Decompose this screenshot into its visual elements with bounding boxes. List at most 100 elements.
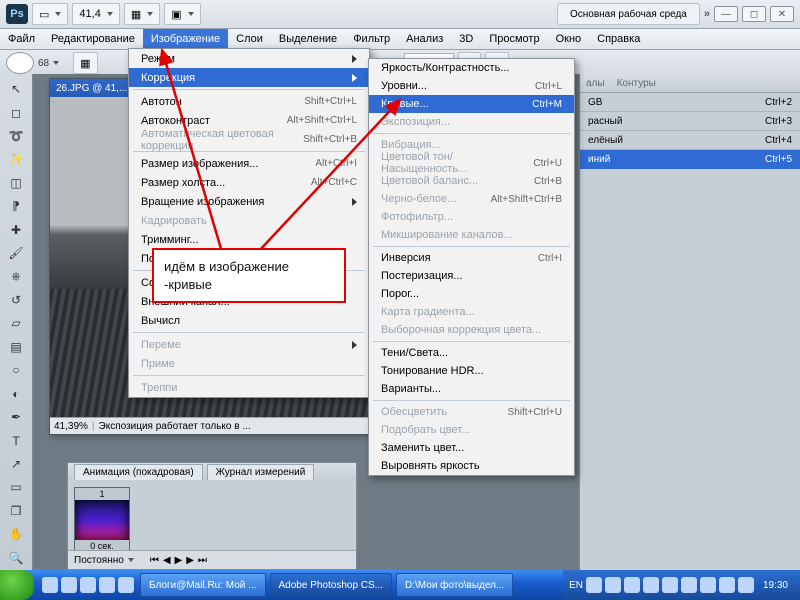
move-tool[interactable]: ↖ bbox=[3, 78, 29, 100]
ql-icon[interactable] bbox=[80, 577, 96, 593]
menuitem[interactable]: Коррекция bbox=[129, 68, 369, 87]
menu-Изображение[interactable]: Изображение bbox=[143, 29, 228, 49]
menuitem[interactable]: Размер холста...Alt+Ctrl+C bbox=[129, 173, 369, 192]
task-browser[interactable]: Блоги@Mail.Ru: Мой ... bbox=[140, 573, 266, 597]
next-frame-button[interactable]: ▶ bbox=[186, 555, 194, 566]
channel-row[interactable]: елёныйCtrl+4 bbox=[580, 131, 800, 150]
menuitem[interactable]: Тонирование HDR... bbox=[369, 362, 574, 380]
menuitem[interactable]: Яркость/Контрастность... bbox=[369, 59, 574, 77]
recent-files-chip[interactable]: ▭ bbox=[32, 3, 68, 25]
hand-tool[interactable]: ✋ bbox=[3, 523, 29, 545]
menu-3D[interactable]: 3D bbox=[451, 29, 481, 49]
marquee-tool[interactable]: ◻ bbox=[3, 101, 29, 123]
window-close[interactable]: ✕ bbox=[770, 6, 794, 22]
menu-Анализ[interactable]: Анализ bbox=[398, 29, 451, 49]
tray-icon[interactable] bbox=[700, 577, 716, 593]
stamp-tool[interactable]: ⎈ bbox=[3, 265, 29, 287]
tray-icon[interactable] bbox=[605, 577, 621, 593]
healing-tool[interactable]: ✚ bbox=[3, 219, 29, 241]
tray-icon[interactable] bbox=[738, 577, 754, 593]
menuitem[interactable]: ИнверсияCtrl+I bbox=[369, 249, 574, 267]
task-explorer[interactable]: D:\Мои фото\выдел... bbox=[396, 573, 513, 597]
loop-selector[interactable]: Постоянно bbox=[74, 555, 124, 566]
brush-picker-icon[interactable] bbox=[53, 61, 59, 65]
tab-animation[interactable]: Анимация (покадровая) bbox=[74, 464, 203, 480]
tray-icon[interactable] bbox=[643, 577, 659, 593]
ql-icon[interactable] bbox=[118, 577, 134, 593]
menuitem[interactable]: Порог... bbox=[369, 285, 574, 303]
menuitem[interactable]: Кривые...Ctrl+M bbox=[369, 95, 574, 113]
gradient-tool[interactable]: ▤ bbox=[3, 336, 29, 358]
wand-tool[interactable]: ✨ bbox=[3, 148, 29, 170]
tab-channels[interactable]: алы bbox=[586, 78, 605, 89]
window-minimize[interactable]: — bbox=[714, 6, 738, 22]
zoom-tool[interactable]: 🔍 bbox=[3, 546, 29, 568]
brush-panel-toggle[interactable]: ▦ bbox=[73, 52, 97, 74]
menuitem[interactable]: Размер изображения...Alt+Ctrl+I bbox=[129, 154, 369, 173]
pen-tool[interactable]: ✒ bbox=[3, 406, 29, 428]
3d-tool[interactable]: ❒ bbox=[3, 500, 29, 522]
menuitem[interactable]: Заменить цвет... bbox=[369, 439, 574, 457]
menu-Окно[interactable]: Окно bbox=[548, 29, 590, 49]
last-frame-button[interactable]: ⏭ bbox=[198, 555, 207, 566]
channel-row[interactable]: расныйCtrl+3 bbox=[580, 112, 800, 131]
menu-Просмотр[interactable]: Просмотр bbox=[481, 29, 547, 49]
menu-Фильтр[interactable]: Фильтр bbox=[345, 29, 398, 49]
tab-paths[interactable]: Контуры bbox=[617, 78, 656, 89]
menuitem[interactable]: Варианты... bbox=[369, 380, 574, 398]
ql-icon[interactable] bbox=[61, 577, 77, 593]
menuitem: Черно-белое...Alt+Shift+Ctrl+B bbox=[369, 190, 574, 208]
window-maximize[interactable]: ◻ bbox=[742, 6, 766, 22]
menu-Слои[interactable]: Слои bbox=[228, 29, 271, 49]
eraser-tool[interactable]: ▱ bbox=[3, 312, 29, 334]
clock[interactable]: 19:30 bbox=[757, 580, 794, 591]
tray-icon[interactable] bbox=[586, 577, 602, 593]
menuitem[interactable]: АвтотонShift+Ctrl+L bbox=[129, 92, 369, 111]
menuitem[interactable]: Вычисл bbox=[129, 311, 369, 330]
expand-icon[interactable]: » bbox=[704, 8, 710, 20]
ql-icon[interactable] bbox=[99, 577, 115, 593]
brush-tool[interactable]: 🖌 bbox=[3, 242, 29, 264]
view-tools-chip[interactable]: ▦ bbox=[124, 3, 160, 25]
tray-icon[interactable] bbox=[624, 577, 640, 593]
tray-icon[interactable] bbox=[681, 577, 697, 593]
tab-measurements[interactable]: Журнал измерений bbox=[207, 464, 315, 480]
menuitem[interactable]: Тримминг... bbox=[129, 230, 369, 249]
menuitem[interactable]: Тени/Света... bbox=[369, 344, 574, 362]
menu-Выделение[interactable]: Выделение bbox=[271, 29, 345, 49]
channel-row[interactable]: GBCtrl+2 bbox=[580, 93, 800, 112]
menuitem[interactable]: Выровнять яркость bbox=[369, 457, 574, 475]
screen-mode-chip[interactable]: ▣ bbox=[164, 3, 200, 25]
menuitem[interactable]: Режим bbox=[129, 49, 369, 68]
menu-Файл[interactable]: Файл bbox=[0, 29, 43, 49]
first-frame-button[interactable]: ⏮ bbox=[150, 555, 159, 566]
start-button[interactable] bbox=[0, 570, 34, 600]
history-brush-tool[interactable]: ↺ bbox=[3, 289, 29, 311]
menu-Редактирование[interactable]: Редактирование bbox=[43, 29, 143, 49]
shape-tool[interactable]: ▭ bbox=[3, 476, 29, 498]
lang-indicator[interactable]: EN bbox=[569, 580, 583, 591]
brush-preview[interactable] bbox=[6, 52, 34, 74]
workspace-switcher[interactable]: Основная рабочая среда bbox=[557, 3, 700, 25]
play-button[interactable]: ▶ bbox=[175, 555, 183, 566]
menuitem[interactable]: Вращение изображения bbox=[129, 192, 369, 211]
lasso-tool[interactable]: ➰ bbox=[3, 125, 29, 147]
prev-frame-button[interactable]: ◀ bbox=[163, 555, 171, 566]
path-tool[interactable]: ↗ bbox=[3, 453, 29, 475]
animation-frame[interactable]: 1 0 сек. bbox=[74, 487, 130, 553]
channel-row[interactable]: инийCtrl+5 bbox=[580, 150, 800, 169]
blur-tool[interactable]: ○ bbox=[3, 359, 29, 381]
dodge-tool[interactable]: ◐ bbox=[3, 382, 29, 404]
crop-tool[interactable]: ◫ bbox=[3, 172, 29, 194]
menuitem[interactable]: Постеризация... bbox=[369, 267, 574, 285]
menu-Справка[interactable]: Справка bbox=[589, 29, 648, 49]
zoom-field[interactable]: 41,4 bbox=[72, 3, 119, 25]
tray-icon[interactable] bbox=[662, 577, 678, 593]
task-photoshop[interactable]: Adobe Photoshop CS... bbox=[270, 573, 393, 597]
ql-icon[interactable] bbox=[42, 577, 58, 593]
type-tool[interactable]: T bbox=[3, 429, 29, 451]
eyedropper-tool[interactable]: ⁋ bbox=[3, 195, 29, 217]
menuitem[interactable]: Уровни...Ctrl+L bbox=[369, 77, 574, 95]
zoom-readout[interactable]: 41,39% bbox=[54, 421, 88, 432]
tray-icon[interactable] bbox=[719, 577, 735, 593]
